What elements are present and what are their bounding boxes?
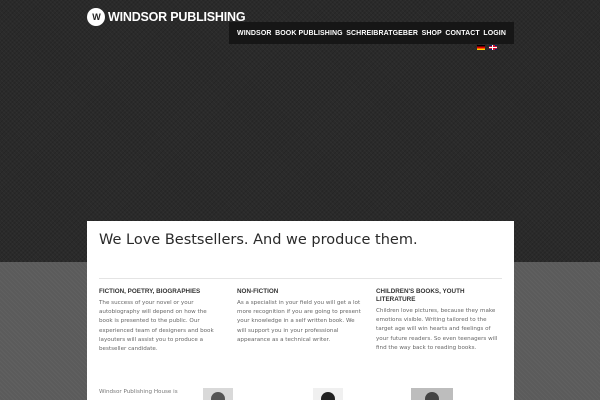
divider <box>99 278 502 279</box>
person-silhouette-icon <box>425 392 439 400</box>
person-silhouette-icon <box>211 392 225 400</box>
person-silhouette-icon <box>321 392 335 400</box>
column-text: Children love pictures, because they mak… <box>376 308 498 351</box>
content-panel: We Love Bestsellers. And we produce them… <box>87 221 514 400</box>
site-name: WINDSOR PUBLISHING <box>108 10 246 24</box>
team-photo <box>203 388 233 400</box>
main-nav: WINDSOR BOOK PUBLISHING SCHREIBRATGEBER … <box>229 22 514 44</box>
uk-flag-icon[interactable] <box>489 45 497 50</box>
team-photo <box>411 388 453 400</box>
column-non-fiction: NON-FICTION As a specialist in your fiel… <box>237 288 361 345</box>
column-text: The success of your novel or your autobi… <box>99 300 214 353</box>
nav-item-shop[interactable]: SHOP <box>422 30 442 37</box>
nav-item-login[interactable]: LOGIN <box>483 30 506 37</box>
german-flag-icon[interactable] <box>477 45 485 50</box>
nav-item-schreibratgeber[interactable]: SCHREIBRATGEBER <box>346 30 418 37</box>
page-headline: We Love Bestsellers. And we produce them… <box>99 232 418 248</box>
nav-item-book-publishing[interactable]: BOOK PUBLISHING <box>275 30 343 37</box>
nav-item-contact[interactable]: CONTACT <box>445 30 479 37</box>
nav-item-windsor[interactable]: WINDSOR <box>237 30 272 37</box>
site-logo[interactable]: W WINDSOR PUBLISHING <box>87 8 246 26</box>
team-photo <box>313 388 343 400</box>
column-title: FICTION, POETRY, BIOGRAPHIES <box>99 288 201 295</box>
language-switcher <box>477 45 497 50</box>
logo-mark-icon: W <box>87 8 105 26</box>
column-title: CHILDREN'S BOOKS, YOUTH LITERATURE <box>376 288 465 303</box>
about-intro-text: Windsor Publishing House is <box>99 389 178 395</box>
column-fiction: FICTION, POETRY, BIOGRAPHIES The success… <box>99 288 221 354</box>
column-title: NON-FICTION <box>237 288 279 295</box>
column-childrens-books: CHILDREN'S BOOKS, YOUTH LITERATURE Child… <box>376 288 498 353</box>
column-text: As a specialist in your field you will g… <box>237 300 361 343</box>
